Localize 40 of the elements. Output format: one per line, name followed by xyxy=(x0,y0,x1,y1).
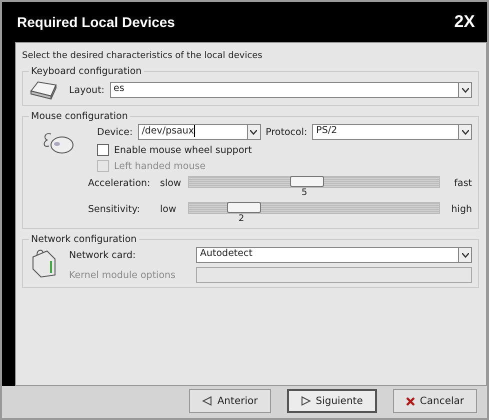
layout-dropdown[interactable]: es xyxy=(110,82,472,98)
network-card-label: Network card: xyxy=(69,250,137,260)
checkbox[interactable] xyxy=(97,144,109,156)
slider-value: 5 xyxy=(301,188,308,198)
caret-icon xyxy=(250,130,258,134)
slider-max-label: high xyxy=(450,203,472,215)
mouse-icon xyxy=(41,130,75,156)
slider-value: 2 xyxy=(238,214,244,224)
caret-icon xyxy=(462,130,468,134)
slider-thumb[interactable] xyxy=(290,176,324,187)
protocol-dropdown[interactable]: PS/2 xyxy=(312,124,472,140)
cancel-button[interactable]: Cancelar xyxy=(392,389,477,413)
checkbox-label: Left handed mouse xyxy=(114,160,206,172)
device-label: Device: xyxy=(97,126,133,138)
window-title: Required Local Devices xyxy=(17,14,175,30)
slider-min-label: low xyxy=(160,203,178,215)
instruction-text: Select the desired characteristics of the local devices xyxy=(22,51,264,61)
caret-icon xyxy=(462,252,468,258)
group-title: Mouse configuration xyxy=(30,111,129,122)
group-title: Keyboard configuration xyxy=(30,66,143,77)
cross-icon xyxy=(406,396,415,406)
slider-label: Sensitivity: xyxy=(88,203,141,215)
right-triangle-icon xyxy=(300,396,311,406)
slider-label: Acceleration: xyxy=(88,177,152,189)
left-triangle-icon xyxy=(202,396,212,406)
slider-min-label: slow xyxy=(160,177,182,189)
group-title: Network configuration xyxy=(30,234,138,245)
caret-icon xyxy=(462,88,468,92)
kernel-options-label: Kernel module options xyxy=(69,270,176,280)
slider-max-label: fast xyxy=(453,177,472,189)
layout-label: Layout: xyxy=(69,84,104,96)
logo: 2X xyxy=(454,12,475,32)
keyboard-key-icon xyxy=(29,79,59,101)
protocol-label: Protocol: xyxy=(266,126,308,138)
checkbox-label: Enable mouse wheel support xyxy=(114,144,252,156)
next-button[interactable]: Siguiente xyxy=(286,389,377,413)
back-button[interactable]: Anterior xyxy=(189,389,271,413)
slider-thumb[interactable] xyxy=(227,202,261,213)
network-card-dropdown[interactable]: Autodetect xyxy=(196,247,472,263)
device-combo[interactable]: /dev/psaux xyxy=(138,124,261,140)
